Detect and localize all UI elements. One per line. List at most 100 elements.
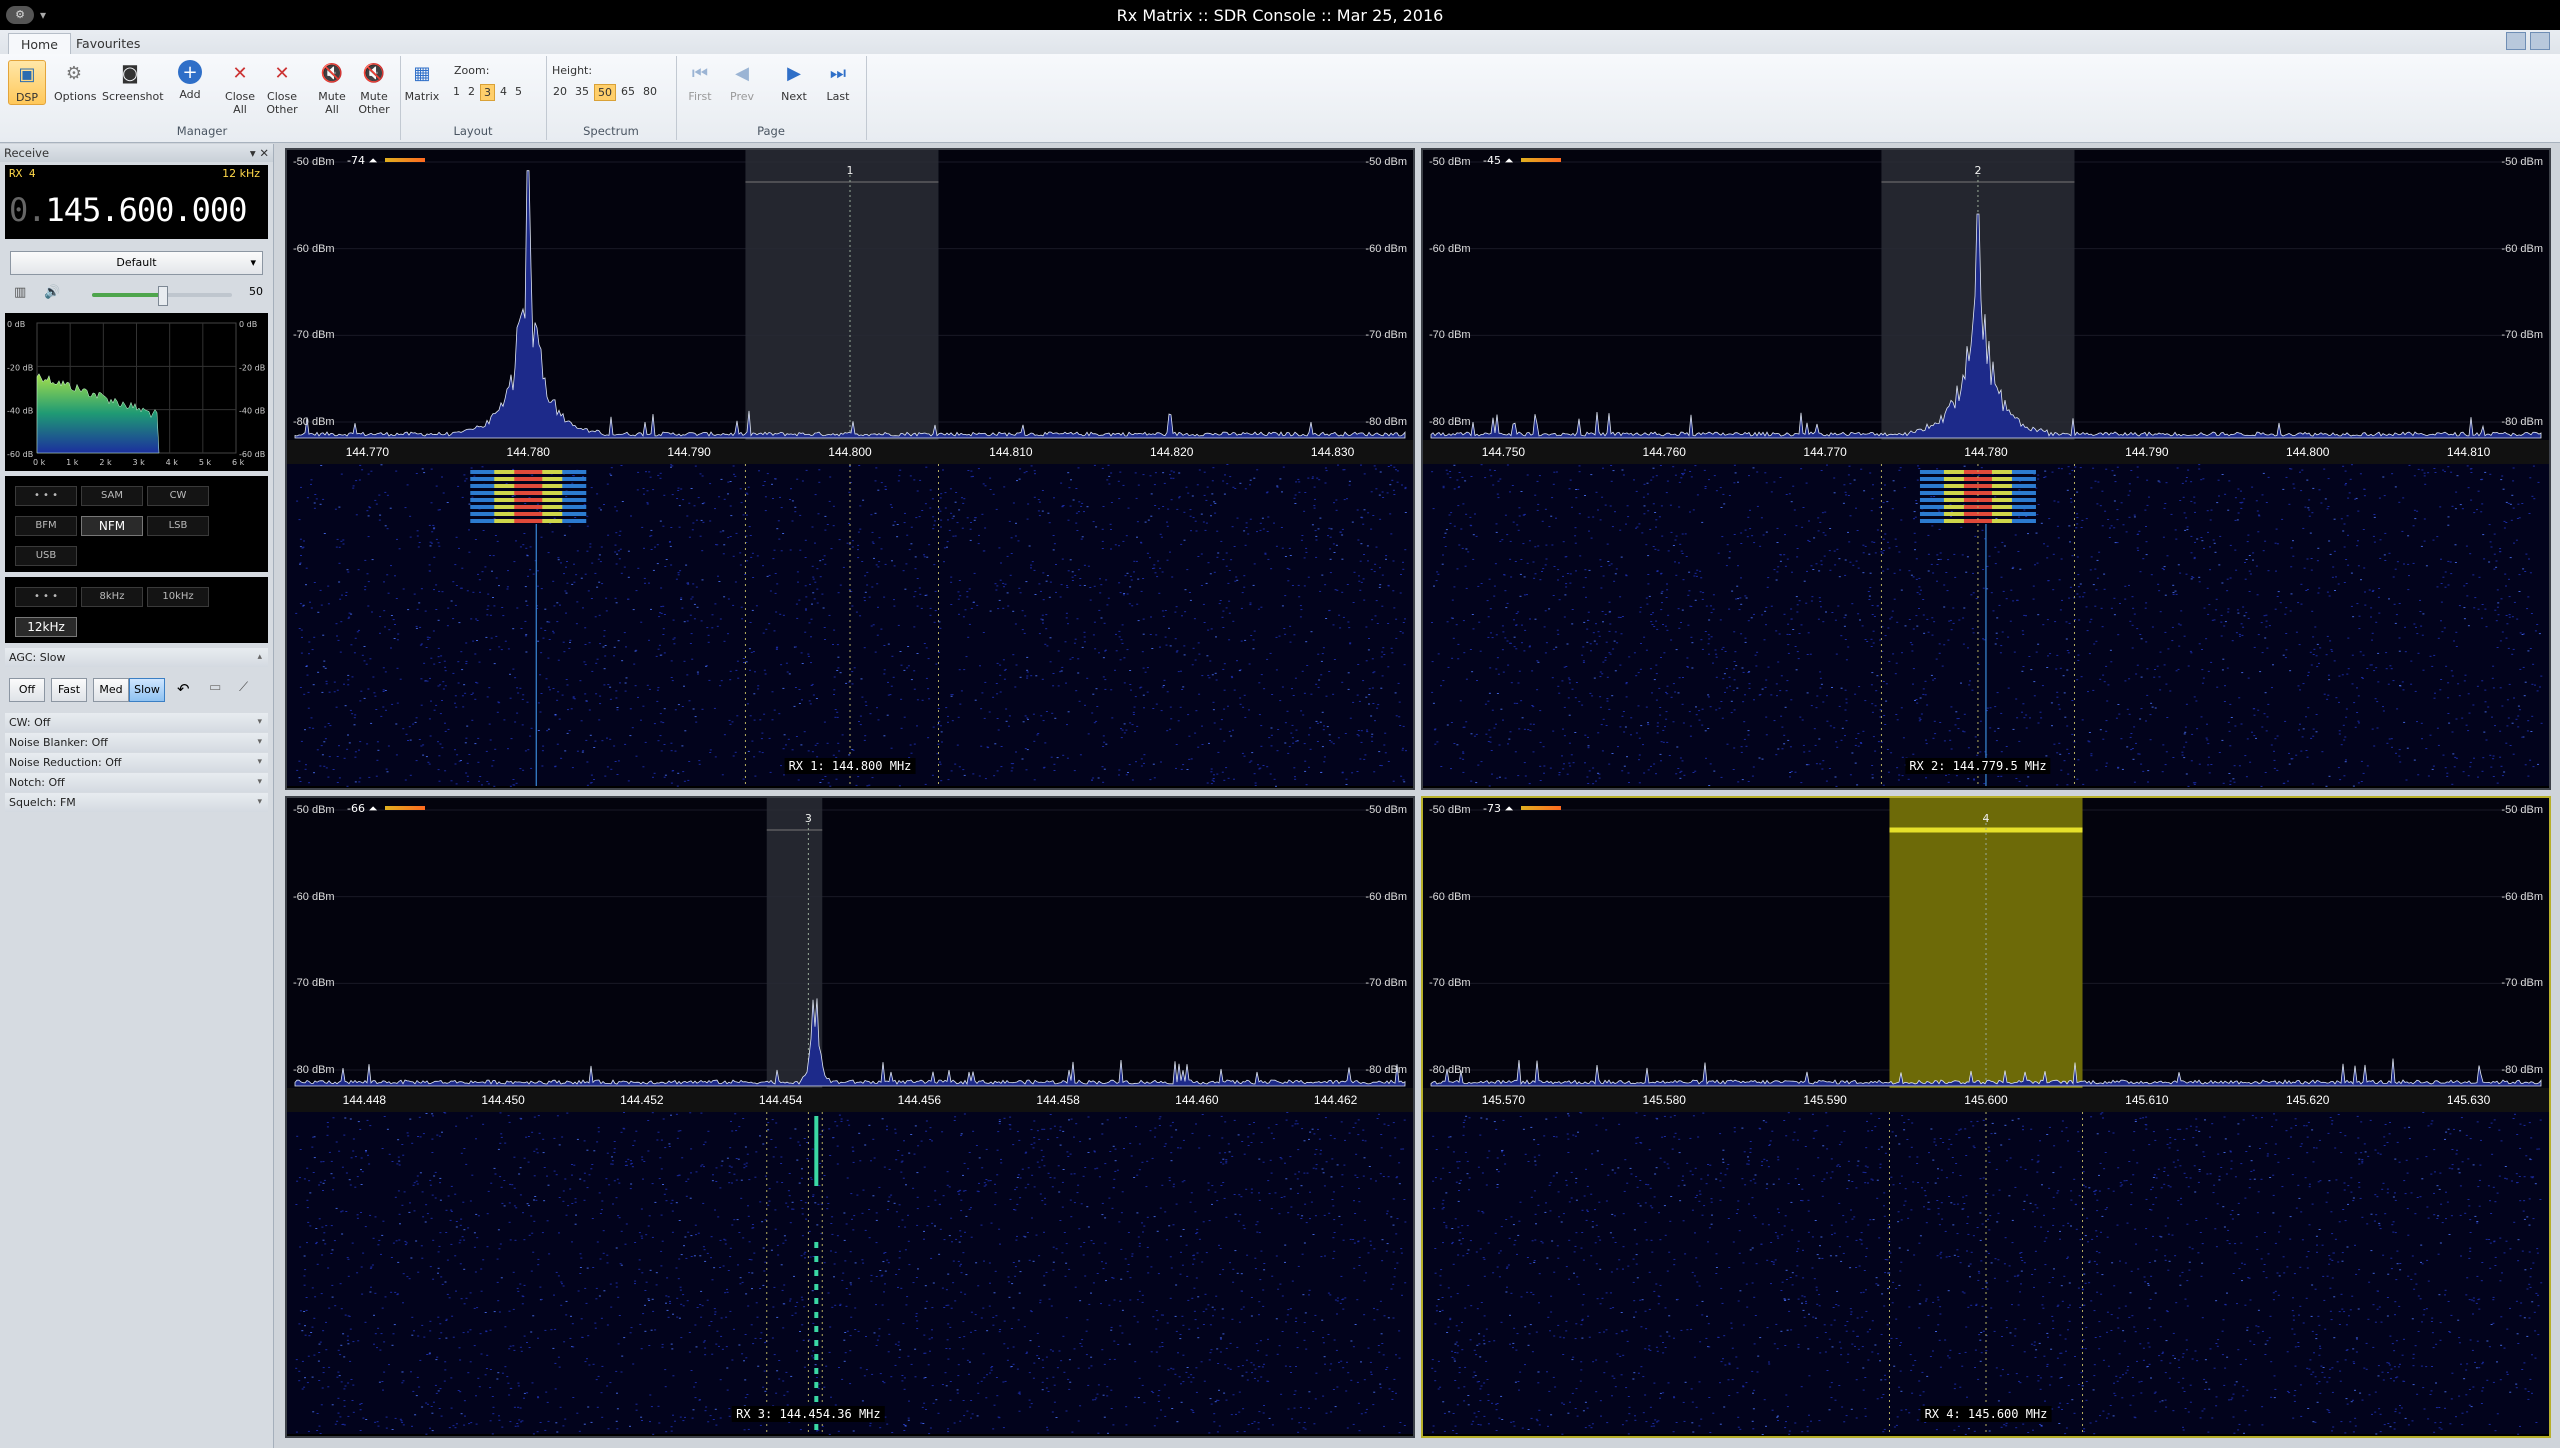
cw-row[interactable]: CW: Off ▾ (5, 713, 268, 732)
agc-slow-button[interactable]: Slow (129, 678, 165, 702)
mute-other-button[interactable]: 🔇 Mute Other (354, 60, 394, 116)
frequency-tick: 145.610 (2125, 1093, 2169, 1107)
mute-all-button[interactable]: 🔇 Mute All (312, 60, 352, 116)
squelch-row[interactable]: Squelch: FM ▾ (5, 793, 268, 812)
meter-icon[interactable]: ▥ (14, 285, 26, 300)
signal-level: -45 ⏶ (1483, 154, 1514, 167)
agc-off-button[interactable]: Off (9, 678, 45, 702)
noise-blanker-row[interactable]: Noise Blanker: Off ▾ (5, 733, 268, 752)
dsp-button[interactable]: ▣ DSP (8, 60, 46, 105)
mode-nfm-button[interactable]: NFM (81, 516, 143, 536)
screenshot-button[interactable]: ◙ Screenshot (102, 60, 164, 103)
undo-icon[interactable]: ↶ (177, 680, 190, 698)
camera-icon: ◙ (121, 62, 139, 84)
rx-panel-svg (287, 798, 1413, 1435)
speaker-icon[interactable]: 🔊 (44, 285, 60, 300)
frequency-tick: 144.462 (1313, 1093, 1358, 1107)
mode-cw-button[interactable]: CW (147, 486, 209, 506)
mode-usb-button[interactable]: USB (15, 546, 77, 566)
agc-label: AGC: Slow (9, 651, 66, 664)
db-label-right: -70 dBm (1365, 977, 1407, 990)
volume-slider[interactable] (92, 286, 232, 306)
prev-button[interactable]: ◀ Prev (722, 60, 762, 103)
next-button[interactable]: ▶ Next (774, 60, 814, 103)
mode-bfm-button[interactable]: BFM (15, 516, 77, 536)
layout-icon-1[interactable] (2506, 32, 2526, 50)
height-80[interactable]: 80 (640, 84, 660, 101)
db-label-left: -80 dBm (1429, 1064, 1471, 1076)
zoom-4[interactable]: 4 (497, 84, 510, 101)
mode-sam-button[interactable]: SAM (81, 486, 143, 506)
graph-icon[interactable]: ⟋ (239, 680, 248, 695)
frequency-display[interactable]: RX 4 12 kHz 0.145.600.000 (5, 165, 268, 239)
notch-row[interactable]: Notch: Off ▾ (5, 773, 268, 792)
tab-favourites[interactable]: Favourites (64, 33, 152, 54)
zoom-3[interactable]: 3 (480, 84, 495, 101)
chevron-down-icon: ▾ (250, 256, 256, 269)
volume-knob[interactable] (158, 286, 168, 306)
filter-8khz-button[interactable]: 8kHz (81, 587, 143, 607)
height-35[interactable]: 35 (572, 84, 592, 101)
db-label-right: -50 dBm (2501, 156, 2543, 168)
frequency-tick: 144.456 (897, 1093, 942, 1107)
noise-reduction-row[interactable]: Noise Reduction: Off ▾ (5, 753, 268, 772)
agc-header[interactable]: AGC: Slow ▴ (5, 648, 268, 667)
af-ylabel-left: -60 dB (7, 450, 33, 459)
rx-matrix: -50 dBm -50 dBm -60 dBm -60 dBm -70 dBm -70 d… (285, 148, 2560, 1448)
zoom-1[interactable]: 1 (450, 84, 463, 101)
rx-panel-3[interactable]: -50 dBm -50 dBm -60 dBm -60 dBm -70 dBm -70 d… (285, 796, 1415, 1438)
rx-panel-2[interactable]: -50 dBm -50 dBm -60 dBm -60 dBm -70 dBm -70 d… (1421, 148, 2551, 790)
filter-passband[interactable] (745, 150, 939, 440)
height-label: Height: (552, 64, 593, 77)
height-50[interactable]: 50 (594, 84, 616, 101)
ribbon-tabs: Home Favourites (0, 30, 2560, 55)
matrix-button[interactable]: ▦ Matrix (402, 60, 442, 103)
db-label-right: -70 dBm (1365, 329, 1407, 342)
frequency-tick: 144.790 (2125, 445, 2169, 459)
rx-panel-4[interactable]: -50 dBm -50 dBm -60 dBm -60 dBm -70 dBm -70 d… (1421, 796, 2551, 1438)
height-20[interactable]: 20 (550, 84, 570, 101)
agc-settings-icon[interactable]: ▭ (209, 680, 221, 695)
signal-meter: -74 ⏶ (347, 154, 427, 167)
first-icon: ⏮ (691, 62, 709, 84)
agc-med-button[interactable]: Med (93, 678, 129, 702)
af-xlabel: 2 k (99, 458, 112, 467)
agc-fast-button[interactable]: Fast (51, 678, 87, 702)
filter-12khz-button[interactable]: 12kHz (15, 617, 77, 637)
options-button[interactable]: ⚙ Options (54, 60, 96, 103)
rx-number: 3 (804, 812, 812, 825)
quick-access-arrow-icon[interactable]: ▾ (40, 8, 46, 22)
layout-icon-2[interactable] (2530, 32, 2550, 50)
add-button[interactable]: + Add (170, 60, 210, 101)
mode-more-button[interactable]: • • • (15, 486, 77, 506)
rx-panel-1[interactable]: -50 dBm -50 dBm -60 dBm -60 dBm -70 dBm -70 d… (285, 148, 1415, 790)
filter-more-button[interactable]: • • • (15, 587, 77, 607)
signal-level: -73 ⏶ (1483, 802, 1514, 815)
tab-home[interactable]: Home (8, 33, 71, 55)
close-panel-icon[interactable]: ▾ ✕ (250, 144, 269, 162)
db-label-right: -70 dBm (2501, 977, 2543, 990)
preset-dropdown[interactable]: Default ▾ (10, 251, 263, 275)
filter-10khz-button[interactable]: 10kHz (147, 587, 209, 607)
close-all-button[interactable]: ✕ Close All (220, 60, 260, 116)
mode-lsb-button[interactable]: LSB (147, 516, 209, 536)
frequency-tick: 144.780 (1964, 445, 2008, 459)
last-button[interactable]: ⏭ Last (818, 60, 858, 103)
zoom-5[interactable]: 5 (512, 84, 525, 101)
db-label-right: -60 dBm (2501, 242, 2543, 255)
af-xlabel: 4 k (166, 458, 179, 467)
frequency-readout[interactable]: 0.145.600.000 (9, 191, 247, 229)
af-xlabel: 3 k (133, 458, 146, 467)
rx-number: 4 (1982, 812, 1990, 825)
close-other-button[interactable]: ✕ Close Other (262, 60, 302, 116)
frequency-tick: 144.460 (1175, 1093, 1219, 1107)
first-button[interactable]: ⏮ First (680, 60, 720, 103)
height-65[interactable]: 65 (618, 84, 638, 101)
zoom-2[interactable]: 2 (465, 84, 478, 101)
signal-bar (385, 158, 425, 162)
app-menu-button[interactable]: ⚙ (6, 6, 34, 24)
db-label-right: -80 dBm (2501, 1064, 2543, 1076)
db-label-left: -70 dBm (293, 329, 335, 342)
group-spectrum-label: Spectrum (583, 124, 639, 138)
signal-level: -74 ⏶ (347, 154, 378, 167)
